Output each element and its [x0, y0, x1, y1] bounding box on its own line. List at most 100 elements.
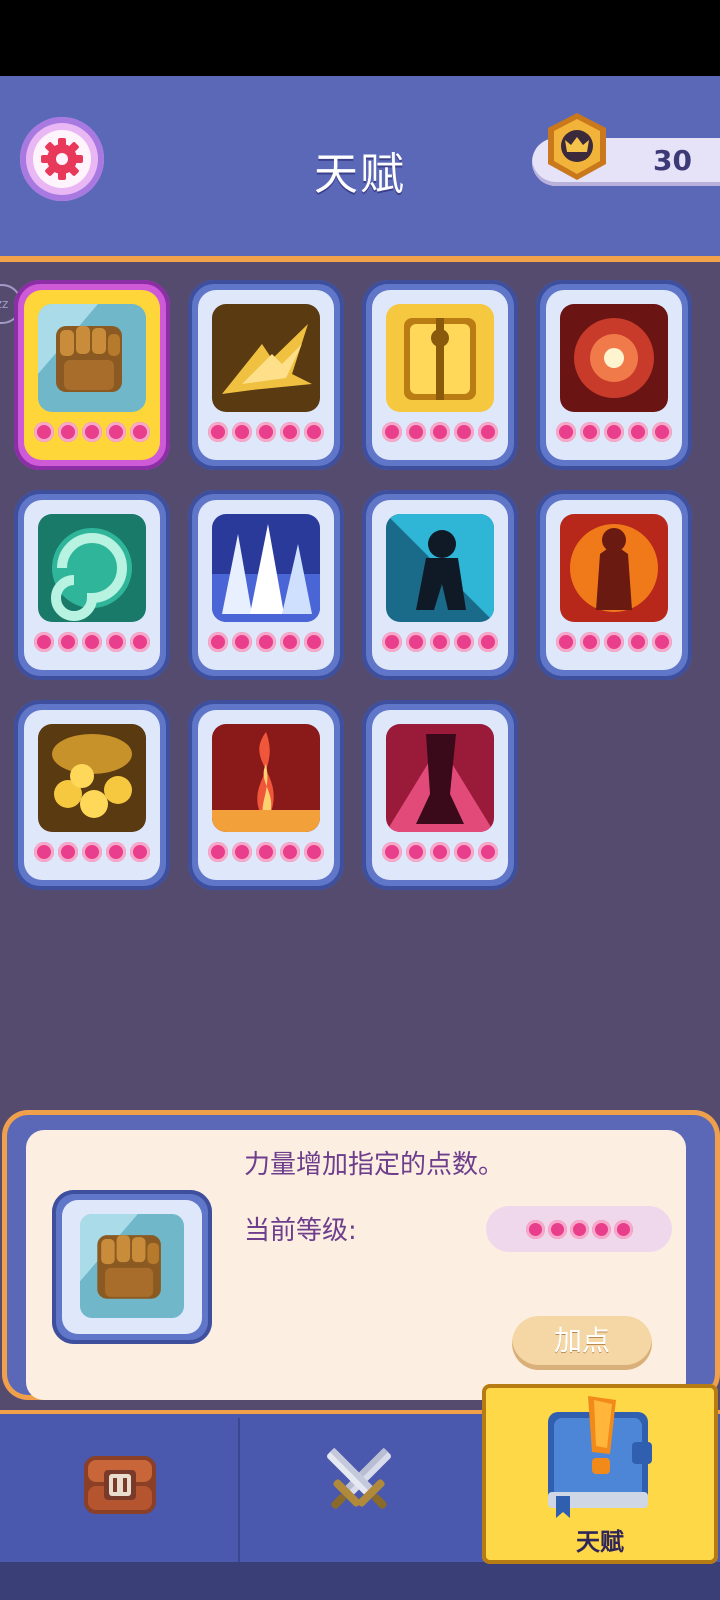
- level-gem-icon: [232, 842, 252, 862]
- rage-icon: [560, 514, 668, 622]
- talent-card-shadow[interactable]: [362, 490, 518, 680]
- level-gem-icon: [304, 422, 324, 442]
- talent-card-rage[interactable]: [536, 490, 692, 680]
- level-indicator: [486, 1206, 672, 1252]
- level-gems: [382, 422, 498, 448]
- level-gems: [34, 632, 150, 658]
- level-gem-icon: [406, 422, 426, 442]
- level-gems: [34, 422, 150, 448]
- level-gem-icon: [454, 842, 474, 862]
- swirl-icon: [38, 514, 146, 622]
- level-gem-icon: [591, 1219, 611, 1239]
- nav-tab-chest[interactable]: [78, 1440, 162, 1524]
- level-gem-icon: [604, 632, 624, 652]
- talent-card-burst[interactable]: [536, 280, 692, 470]
- fist-icon: [38, 304, 146, 412]
- level-gem-icon: [82, 632, 102, 652]
- add-point-button[interactable]: 加点: [512, 1316, 652, 1370]
- level-gem-icon: [130, 422, 150, 442]
- level-gem-icon: [106, 422, 126, 442]
- level-gems: [556, 422, 672, 448]
- level-gem-icon: [208, 842, 228, 862]
- ice-icon: [212, 514, 320, 622]
- level-gem-icon: [280, 842, 300, 862]
- level-gem-icon: [256, 842, 276, 862]
- level-gem-icon: [130, 842, 150, 862]
- level-gem-icon: [628, 422, 648, 442]
- level-gem-icon: [628, 632, 648, 652]
- level-gem-icon: [280, 632, 300, 652]
- crown-coin-icon: [540, 110, 614, 184]
- shadow-icon: [386, 514, 494, 622]
- level-gems: [382, 842, 498, 868]
- crossed-swords-icon: [327, 1447, 391, 1509]
- nav-divider: [238, 1418, 240, 1568]
- level-gem-icon: [478, 632, 498, 652]
- talent-description: 力量增加指定的点数。: [244, 1150, 505, 1180]
- level-gem-icon: [34, 842, 54, 862]
- level-gem-icon: [556, 632, 576, 652]
- level-gem-icon: [406, 632, 426, 652]
- level-gem-icon: [382, 632, 402, 652]
- nav-tab-battle[interactable]: [314, 1436, 404, 1526]
- level-gem-icon: [406, 842, 426, 862]
- level-gem-icon: [34, 422, 54, 442]
- eagle-icon: [212, 304, 320, 412]
- level-gem-icon: [106, 842, 126, 862]
- level-gem-icon: [106, 632, 126, 652]
- level-gems: [34, 842, 150, 868]
- level-gem-icon: [556, 422, 576, 442]
- level-gem-icon: [304, 842, 324, 862]
- level-gem-icon: [547, 1219, 567, 1239]
- level-gem-icon: [580, 632, 600, 652]
- talent-card-strength[interactable]: [14, 280, 170, 470]
- talent-card-gold[interactable]: [14, 700, 170, 890]
- talent-card-flame[interactable]: [188, 700, 344, 890]
- level-gem-icon: [130, 632, 150, 652]
- level-gems: [382, 632, 498, 658]
- level-gem-icon: [232, 422, 252, 442]
- level-gems: [208, 632, 324, 658]
- level-gem-icon: [652, 422, 672, 442]
- level-gem-icon: [208, 632, 228, 652]
- level-gem-icon: [580, 422, 600, 442]
- fist-icon: [80, 1214, 184, 1318]
- selected-talent-card: [52, 1190, 212, 1344]
- level-gem-icon: [208, 422, 228, 442]
- level-gem-icon: [232, 632, 252, 652]
- talent-card-blood[interactable]: [362, 700, 518, 890]
- level-gem-icon: [304, 632, 324, 652]
- level-gem-icon: [454, 632, 474, 652]
- chest-icon: [84, 1456, 156, 1514]
- level-gem-icon: [478, 422, 498, 442]
- detail-content: 力量增加指定的点数。 当前等级: 加点: [26, 1130, 686, 1400]
- level-gem-icon: [652, 632, 672, 652]
- level-gem-icon: [58, 422, 78, 442]
- nav-bottom-strip: [0, 1562, 720, 1600]
- talent-card-guard[interactable]: [362, 280, 518, 470]
- level-gem-icon: [613, 1219, 633, 1239]
- level-gem-icon: [430, 632, 450, 652]
- orb-icon: [560, 304, 668, 412]
- talent-card-agility[interactable]: [188, 280, 344, 470]
- settings-button[interactable]: [20, 117, 104, 201]
- nav-tab-talent-label: 天赋: [576, 1528, 624, 1556]
- gear-icon: [33, 130, 91, 188]
- talent-card-vortex[interactable]: [14, 490, 170, 680]
- level-gem-icon: [382, 422, 402, 442]
- coin-count: 30: [653, 144, 692, 177]
- level-gem-icon: [256, 632, 276, 652]
- level-gem-icon: [430, 842, 450, 862]
- level-gem-icon: [478, 842, 498, 862]
- level-gems: [556, 632, 672, 658]
- level-gem-icon: [604, 422, 624, 442]
- level-gem-icon: [82, 422, 102, 442]
- page-title: 天赋: [314, 149, 406, 200]
- talent-card-ice[interactable]: [188, 490, 344, 680]
- level-gem-icon: [58, 842, 78, 862]
- level-gem-icon: [34, 632, 54, 652]
- blood-icon: [386, 724, 494, 832]
- level-gems: [208, 422, 324, 448]
- flame-icon: [212, 724, 320, 832]
- level-gem-icon: [58, 632, 78, 652]
